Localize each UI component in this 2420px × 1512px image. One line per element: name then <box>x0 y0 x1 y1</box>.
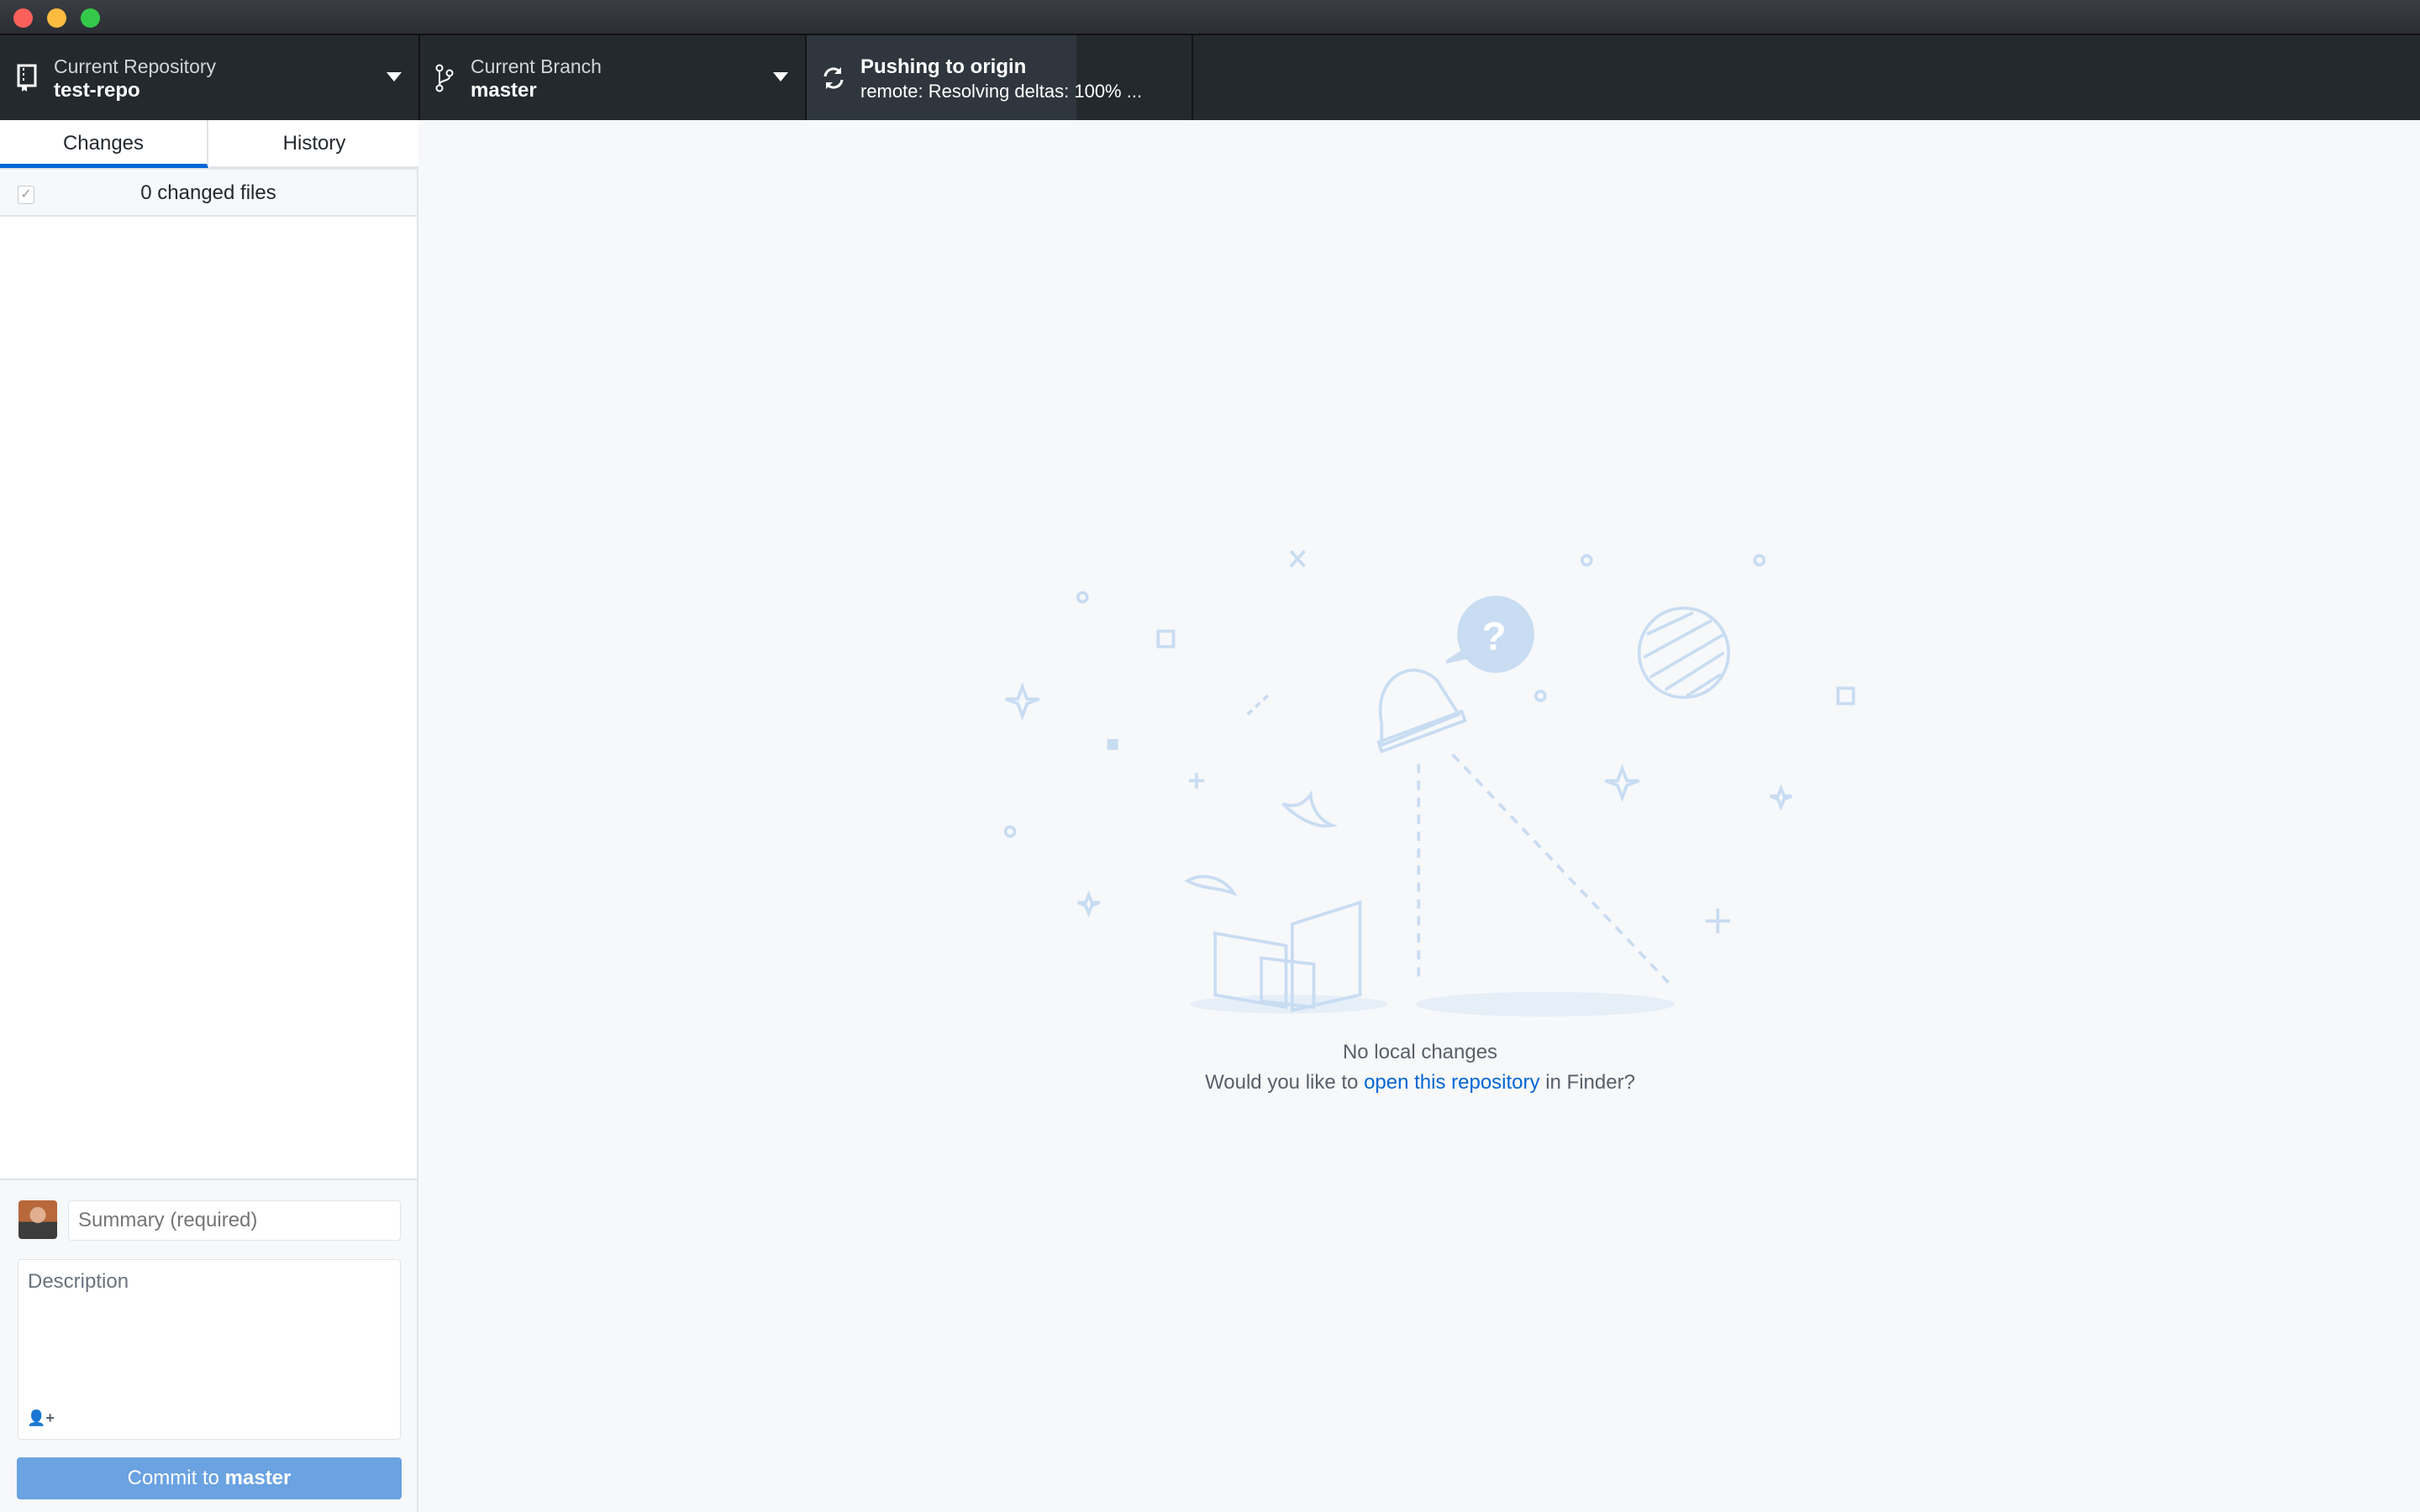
commit-button[interactable]: Commit to master <box>17 1457 402 1499</box>
changes-header: ✓ 0 changed files <box>0 168 417 217</box>
svg-text:?: ? <box>1482 614 1507 659</box>
main-panel: ? No local changes Would you like to ope… <box>420 120 2420 1512</box>
push-status: remote: Resolving deltas: 100% ... <box>860 81 1143 102</box>
add-coauthor-icon[interactable]: 👤+ <box>27 1410 55 1427</box>
repository-name: test-repo <box>54 79 140 102</box>
description-textarea[interactable]: Description 👤+ <box>18 1259 401 1440</box>
branch-icon <box>435 64 454 92</box>
sidebar: Changes History ✓ 0 changed files Descri… <box>0 120 418 1512</box>
current-branch-dropdown[interactable]: Current Branch master <box>420 35 807 120</box>
prompt-after: in Finder? <box>1545 1071 1635 1094</box>
description-placeholder: Description <box>28 1270 129 1293</box>
zoom-window-button[interactable] <box>81 8 100 28</box>
toolbar: Current Repository test-repo Current Bra… <box>0 35 2420 120</box>
repository-label: Current Repository <box>54 55 217 77</box>
commit-button-branch: master <box>224 1467 292 1489</box>
chevron-down-icon <box>773 72 788 81</box>
push-progress-button[interactable]: Pushing to origin remote: Resolving delt… <box>807 35 1193 120</box>
open-in-finder-link[interactable]: open this repository <box>1364 1071 1539 1094</box>
close-window-button[interactable] <box>13 8 33 28</box>
tab-history[interactable]: History <box>210 120 418 168</box>
summary-input[interactable] <box>68 1200 401 1241</box>
current-repository-dropdown[interactable]: Current Repository test-repo <box>0 35 420 120</box>
window-titlebar <box>0 0 2420 35</box>
push-title: Pushing to origin <box>860 55 1027 78</box>
no-changes-illustration: ? <box>1003 549 1855 1017</box>
avatar <box>18 1200 57 1239</box>
chevron-down-icon <box>387 72 402 81</box>
branch-name: master <box>471 79 537 102</box>
minimize-window-button[interactable] <box>47 8 66 28</box>
empty-state-prompt: Would you like to open this repository i… <box>420 1071 2420 1095</box>
empty-state-title: No local changes <box>1342 1041 1498 1063</box>
commit-panel: Description 👤+ Commit to master <box>0 1179 417 1512</box>
changed-files-count: 0 changed files <box>140 181 276 204</box>
branch-label: Current Branch <box>471 55 602 77</box>
repo-icon <box>17 64 37 92</box>
prompt-before: Would you like to <box>1205 1071 1359 1094</box>
tab-changes[interactable]: Changes <box>0 120 208 168</box>
commit-button-prefix: Commit to <box>127 1467 219 1489</box>
sync-icon <box>823 67 844 89</box>
